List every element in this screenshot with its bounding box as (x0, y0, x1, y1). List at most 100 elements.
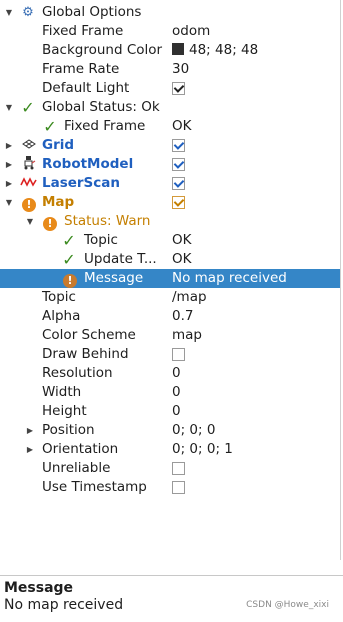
property-value[interactable]: odom (172, 22, 210, 41)
property-value[interactable]: /map (172, 288, 207, 307)
panel-splitter[interactable] (0, 575, 343, 576)
displays-tree: ▼ ⚙ Global Options Fixed Frame odom Back… (0, 0, 340, 560)
robotmodel-enable-checkbox[interactable] (172, 158, 185, 171)
description-title: Message (4, 580, 74, 596)
property-label: Message (84, 270, 144, 286)
map-enable-checkbox[interactable] (172, 196, 185, 209)
property-value: OK (172, 251, 192, 267)
tree-row-map-orientation[interactable]: ▶ Orientation 0; 0; 0; 1 (0, 440, 340, 459)
draw-behind-checkbox[interactable] (172, 348, 185, 361)
property-label: Fixed Frame (64, 118, 146, 134)
tree-label: Status: Warn (64, 213, 151, 229)
unreliable-checkbox[interactable] (172, 462, 185, 475)
tree-row-map-width[interactable]: Width 0 (0, 383, 340, 402)
property-label: Fixed Frame (42, 23, 124, 39)
property-label: Color Scheme (42, 327, 136, 343)
property-label: Draw Behind (42, 346, 129, 362)
tree-row-status-fixed-frame[interactable]: ✓ Fixed Frame OK (0, 117, 340, 136)
tree-label: LaserScan (42, 175, 121, 191)
tree-row-map-position[interactable]: ▶ Position 0; 0; 0 (0, 421, 340, 440)
property-label: Orientation (42, 441, 119, 457)
tree-row-status-topic[interactable]: ✓ Topic OK (0, 231, 340, 250)
tree-label: Map (42, 194, 75, 210)
tree-row-map-resolution[interactable]: Resolution 0 (0, 364, 340, 383)
tree-row-fixed-frame[interactable]: Fixed Frame odom (0, 22, 340, 41)
property-label: Height (42, 403, 87, 419)
tree-label: Global Options (42, 4, 142, 20)
tree-row-frame-rate[interactable]: Frame Rate 30 (0, 60, 340, 79)
color-swatch[interactable] (172, 43, 184, 55)
tree-row-map-use-timestamp[interactable]: Use Timestamp (0, 478, 340, 497)
tree-row-map-draw-behind[interactable]: Draw Behind (0, 345, 340, 364)
tree-row-robotmodel[interactable]: ▶ RobotModel (0, 155, 340, 174)
expand-arrow-icon[interactable]: ▶ (25, 421, 35, 440)
expand-arrow-icon[interactable]: ▶ (4, 174, 14, 193)
tree-row-map-height[interactable]: Height 0 (0, 402, 340, 421)
description-body: No map received (4, 597, 124, 613)
laserscan-enable-checkbox[interactable] (172, 177, 185, 190)
tree-row-status-update[interactable]: ✓ Update T... OK (0, 250, 340, 269)
panel-border (340, 0, 341, 560)
property-value: 0 (172, 365, 181, 381)
tree-row-default-light[interactable]: Default Light (0, 79, 340, 98)
watermark: CSDN @Howe_xixi (246, 600, 329, 610)
tree-row-global-options[interactable]: ▼ ⚙ Global Options (0, 3, 340, 22)
use-timestamp-checkbox[interactable] (172, 481, 185, 494)
property-label: Unreliable (42, 460, 111, 476)
property-value: 0 (172, 403, 181, 419)
property-label: Update T... (84, 251, 157, 267)
tree-row-laserscan[interactable]: ▶ LaserScan (0, 174, 340, 193)
warning-icon: ! (62, 269, 78, 288)
robot-icon (21, 155, 37, 174)
tree-row-background-color[interactable]: Background Color 48; 48; 48 (0, 41, 340, 60)
property-value[interactable]: 30 (172, 60, 189, 79)
property-label: Topic (42, 289, 76, 305)
expand-arrow-icon[interactable]: ▶ (4, 136, 14, 155)
property-label: Position (42, 422, 95, 438)
property-label: Frame Rate (42, 61, 120, 77)
property-label: Alpha (42, 308, 81, 324)
tree-row-global-status[interactable]: ▼ ✓ Global Status: Ok (0, 98, 340, 117)
tree-row-map-topic[interactable]: Topic /map (0, 288, 340, 307)
checkmark-icon: ✓ (62, 231, 76, 250)
property-value[interactable]: 48; 48; 48 (172, 41, 258, 60)
expand-arrow-icon[interactable]: ▶ (4, 155, 14, 174)
tree-row-map-unreliable[interactable]: Unreliable (0, 459, 340, 478)
property-value: OK (172, 232, 192, 248)
laserscan-icon (20, 174, 38, 193)
expand-arrow-icon[interactable]: ▼ (4, 98, 14, 117)
tree-label: Grid (42, 137, 75, 153)
expand-arrow-icon[interactable]: ▼ (25, 212, 35, 231)
expand-arrow-icon[interactable]: ▶ (25, 440, 35, 459)
property-value: 0; 0; 0 (172, 422, 216, 438)
grid-icon (21, 136, 37, 155)
property-value[interactable]: map (172, 326, 202, 345)
tree-label: RobotModel (42, 156, 134, 172)
warning-icon: ! (42, 212, 58, 231)
property-label: Resolution (42, 365, 113, 381)
grid-enable-checkbox[interactable] (172, 139, 185, 152)
property-value[interactable]: 0.7 (172, 307, 193, 326)
expand-arrow-icon[interactable]: ▼ (4, 193, 14, 212)
tree-row-map-alpha[interactable]: Alpha 0.7 (0, 307, 340, 326)
property-label: Default Light (42, 80, 130, 96)
expand-arrow-icon[interactable]: ▼ (4, 3, 14, 22)
tree-row-grid[interactable]: ▶ Grid (0, 136, 340, 155)
property-label: Use Timestamp (42, 479, 147, 495)
property-value: 0; 0; 0; 1 (172, 441, 233, 457)
checkmark-icon: ✓ (62, 250, 76, 269)
checkmark-icon: ✓ (21, 98, 35, 117)
color-value: 48; 48; 48 (189, 42, 259, 58)
property-value: No map received (172, 270, 287, 286)
tree-row-map[interactable]: ▼ ! Map (0, 193, 340, 212)
gear-icon: ⚙ (22, 5, 34, 20)
property-label: Width (42, 384, 82, 400)
tree-row-map-status[interactable]: ▼ ! Status: Warn (0, 212, 340, 231)
tree-row-status-message[interactable]: ! Message No map received (0, 269, 340, 288)
property-value: OK (172, 118, 192, 134)
warning-icon: ! (21, 193, 37, 212)
property-value: 0 (172, 384, 181, 400)
tree-row-map-color-scheme[interactable]: Color Scheme map (0, 326, 340, 345)
property-label: Background Color (42, 42, 163, 58)
default-light-checkbox[interactable] (172, 82, 185, 95)
